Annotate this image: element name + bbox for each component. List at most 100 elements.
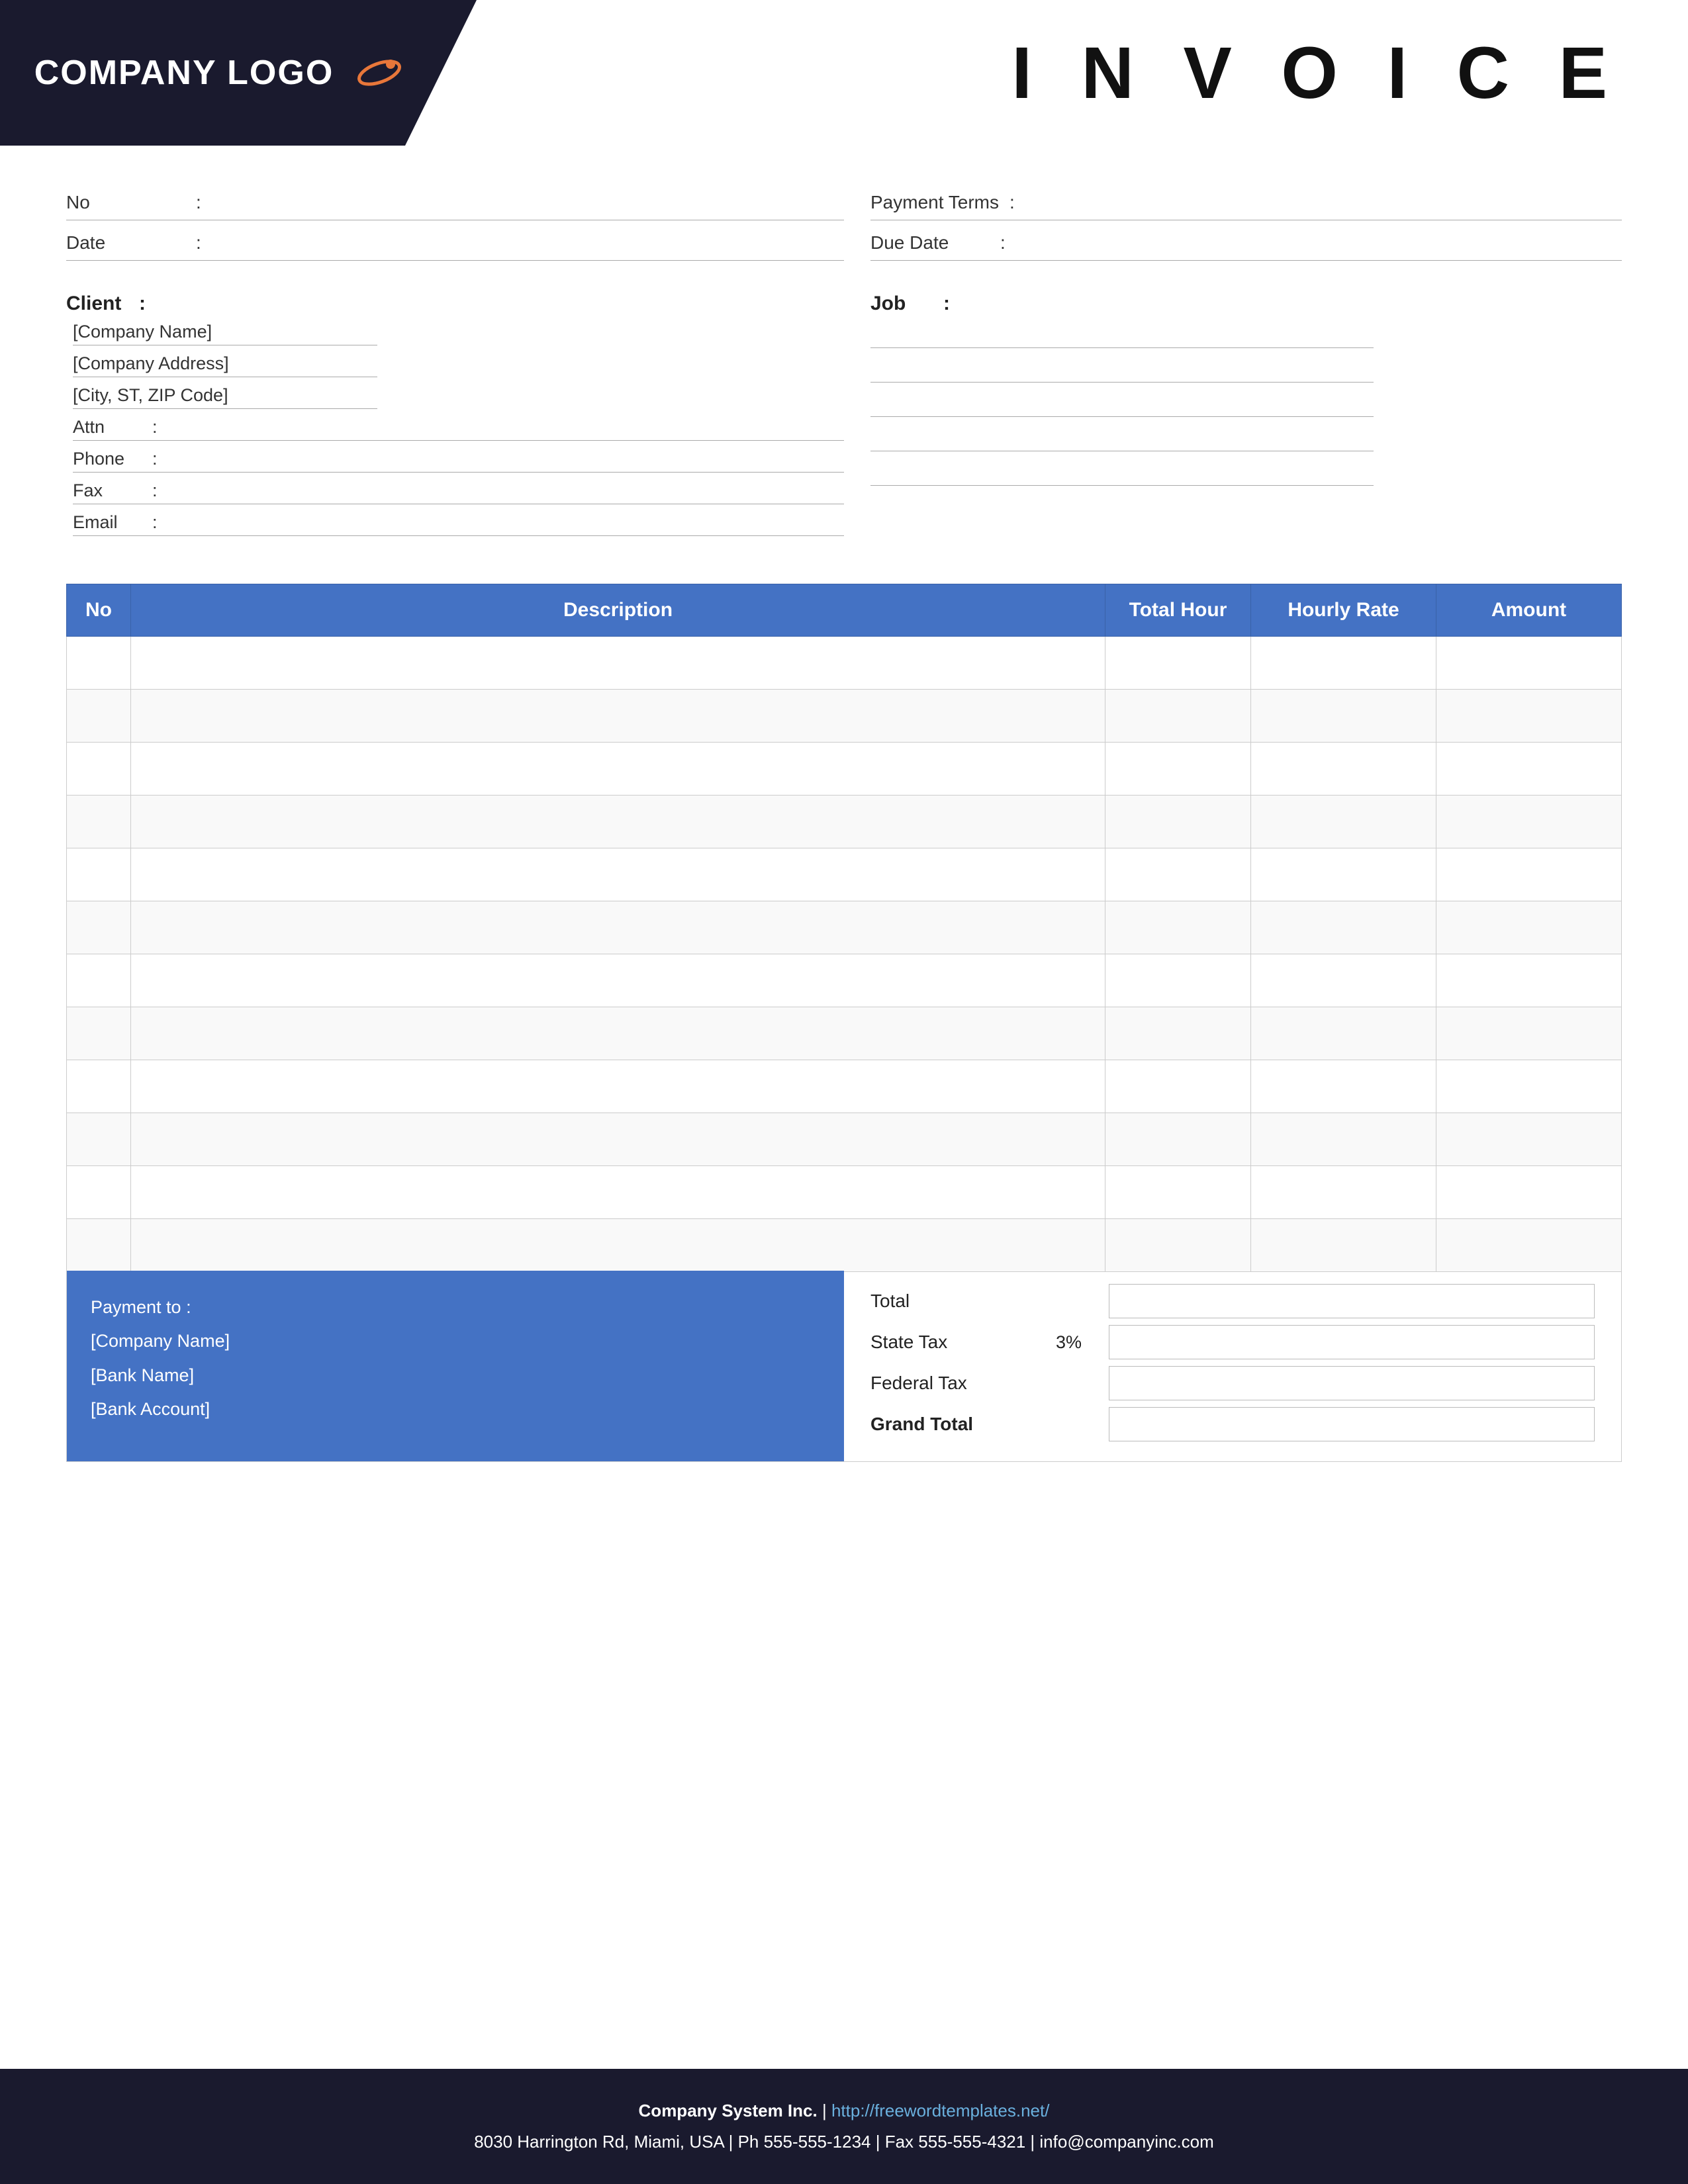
date-label: Date (66, 232, 185, 253)
table-row (67, 954, 1622, 1007)
invoice-title: I N V O I C E (1011, 31, 1622, 115)
cell-amount-10 (1436, 1166, 1622, 1219)
cell-hourly_rate-8 (1251, 1060, 1436, 1113)
cell-amount-2 (1436, 743, 1622, 796)
cell-total_hour-1 (1105, 690, 1251, 743)
col-no-header: No (67, 584, 131, 637)
job-header: Job : (870, 293, 1622, 315)
total-label: Total (870, 1291, 1043, 1312)
grand-total-label: Grand Total (870, 1414, 1043, 1435)
cell-description-1 (131, 690, 1105, 743)
bottom-section: Payment to : [Company Name] [Bank Name] … (66, 1271, 1622, 1462)
fax-label: Fax (73, 480, 152, 501)
table-row (67, 743, 1622, 796)
cell-no-8 (67, 1060, 131, 1113)
table-row (67, 901, 1622, 954)
header: COMPANY LOGO I N V O I C E (0, 0, 1688, 146)
state-tax-row: State Tax 3% (870, 1325, 1595, 1359)
footer-separator: | (822, 2101, 831, 2120)
attn-label: Attn (73, 417, 152, 437)
email-field: Email : (73, 512, 844, 536)
cell-description-11 (131, 1219, 1105, 1272)
company-address-value: [Company Address] (73, 353, 377, 377)
client-label: Client (66, 293, 132, 315)
footer-line-2: 8030 Harrington Rd, Miami, USA | Ph 555-… (0, 2126, 1688, 2158)
job-line-4 (870, 425, 1374, 451)
cell-total_hour-7 (1105, 1007, 1251, 1060)
cell-no-6 (67, 954, 131, 1007)
no-value (212, 193, 844, 213)
email-colon: : (152, 512, 158, 533)
phone-colon: : (152, 449, 158, 469)
fax-field: Fax : (73, 480, 844, 504)
page-footer: Company System Inc. | http://freewordtem… (0, 2069, 1688, 2184)
federal-tax-value (1109, 1366, 1595, 1400)
payment-terms-colon: : (1009, 192, 1015, 213)
table-row (67, 1007, 1622, 1060)
cell-hourly_rate-1 (1251, 690, 1436, 743)
client-fields: [Company Name] [Company Address] [City, … (73, 322, 844, 536)
state-tax-value (1109, 1325, 1595, 1359)
state-tax-label: State Tax (870, 1332, 1043, 1353)
cell-no-0 (67, 637, 131, 690)
email-value (164, 514, 844, 533)
phone-field: Phone : (73, 449, 844, 473)
logo-orbit-icon (343, 54, 402, 91)
invoice-table-section: No Description Total Hour Hourly Rate Am… (66, 584, 1622, 1272)
col-total-hour-header: Total Hour (1105, 584, 1251, 637)
cell-no-9 (67, 1113, 131, 1166)
cell-hourly_rate-5 (1251, 901, 1436, 954)
client-colon: : (139, 293, 146, 315)
cell-total_hour-3 (1105, 796, 1251, 848)
job-section: Job : (844, 293, 1622, 544)
cell-total_hour-8 (1105, 1060, 1251, 1113)
total-row: Total (870, 1284, 1595, 1318)
cell-description-3 (131, 796, 1105, 848)
date-value (212, 234, 844, 253)
meta-right: Payment Terms : Due Date : (844, 185, 1622, 266)
cell-no-4 (67, 848, 131, 901)
date-field: Date : (66, 226, 844, 261)
payment-bank-name: [Bank Name] (91, 1359, 820, 1392)
table-row (67, 848, 1622, 901)
cell-description-9 (131, 1113, 1105, 1166)
invoice-table: No Description Total Hour Hourly Rate Am… (66, 584, 1622, 1272)
cell-description-6 (131, 954, 1105, 1007)
cell-description-8 (131, 1060, 1105, 1113)
email-label: Email (73, 512, 152, 533)
job-lines (870, 322, 1622, 486)
cell-amount-1 (1436, 690, 1622, 743)
cell-total_hour-5 (1105, 901, 1251, 954)
cell-hourly_rate-7 (1251, 1007, 1436, 1060)
cell-total_hour-0 (1105, 637, 1251, 690)
due-date-value (1016, 234, 1622, 253)
cell-amount-0 (1436, 637, 1622, 690)
col-amount-header: Amount (1436, 584, 1622, 637)
cell-amount-6 (1436, 954, 1622, 1007)
cell-description-2 (131, 743, 1105, 796)
cell-amount-9 (1436, 1113, 1622, 1166)
attn-field: Attn : (73, 417, 844, 441)
fax-value (164, 482, 844, 501)
cell-hourly_rate-6 (1251, 954, 1436, 1007)
cell-total_hour-10 (1105, 1166, 1251, 1219)
table-row (67, 690, 1622, 743)
meta-row: No : Date : Payment Terms : Due Date : (66, 185, 1622, 266)
cell-hourly_rate-2 (1251, 743, 1436, 796)
table-row (67, 796, 1622, 848)
job-line-2 (870, 356, 1374, 383)
form-area: No : Date : Payment Terms : Due Date : (0, 146, 1688, 544)
cell-total_hour-4 (1105, 848, 1251, 901)
table-row (67, 1219, 1622, 1272)
client-section: Client : [Company Name] [Company Address… (66, 293, 844, 544)
cell-no-11 (67, 1219, 131, 1272)
cell-description-7 (131, 1007, 1105, 1060)
city-zip-value: [City, ST, ZIP Code] (73, 385, 377, 409)
footer-website[interactable]: http://freewordtemplates.net/ (831, 2101, 1050, 2120)
grand-total-row: Grand Total (870, 1407, 1595, 1441)
cell-hourly_rate-10 (1251, 1166, 1436, 1219)
payment-terms-field: Payment Terms : (870, 185, 1622, 220)
logo-label: COMPANY LOGO (34, 53, 334, 93)
date-colon: : (196, 232, 201, 253)
job-colon: : (943, 293, 950, 315)
